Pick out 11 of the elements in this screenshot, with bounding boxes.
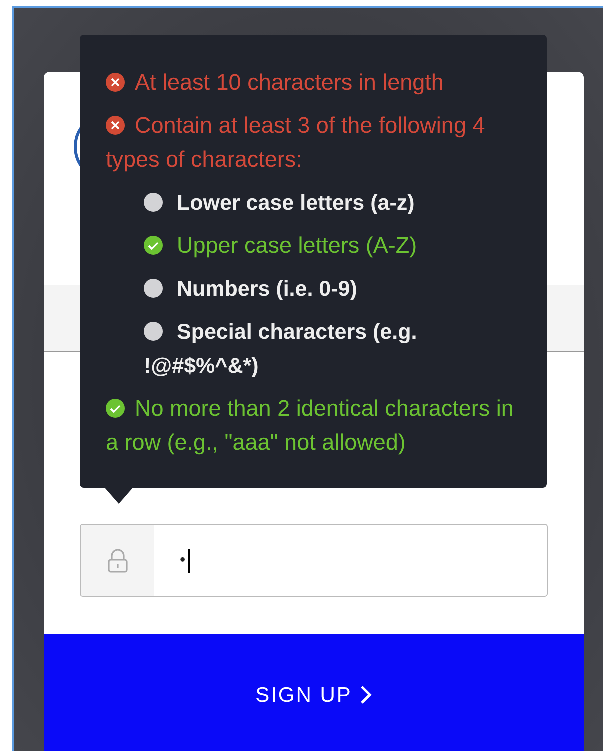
lock-icon	[106, 548, 128, 574]
rule-text: Upper case letters (A-Z)	[106, 229, 515, 263]
rule-text: Contain at least 3 of the following 4 types of characters:	[106, 112, 486, 174]
rule-text: Numbers (i.e. 0-9)	[106, 272, 515, 306]
rule-text: Lower case letters (a-z)	[106, 186, 515, 220]
rule-text: At least 10 characters in length	[106, 66, 515, 100]
sign-up-button[interactable]: SIGN UP	[44, 634, 584, 751]
rule-text: Special characters (e.g. !@#$%^&*)	[143, 319, 418, 380]
password-field[interactable]: •	[80, 524, 548, 597]
chevron-icon	[360, 685, 372, 705]
rule-text: No more than 2 identical characters in a row (e.g., "aaa" not allowed)	[106, 395, 515, 457]
